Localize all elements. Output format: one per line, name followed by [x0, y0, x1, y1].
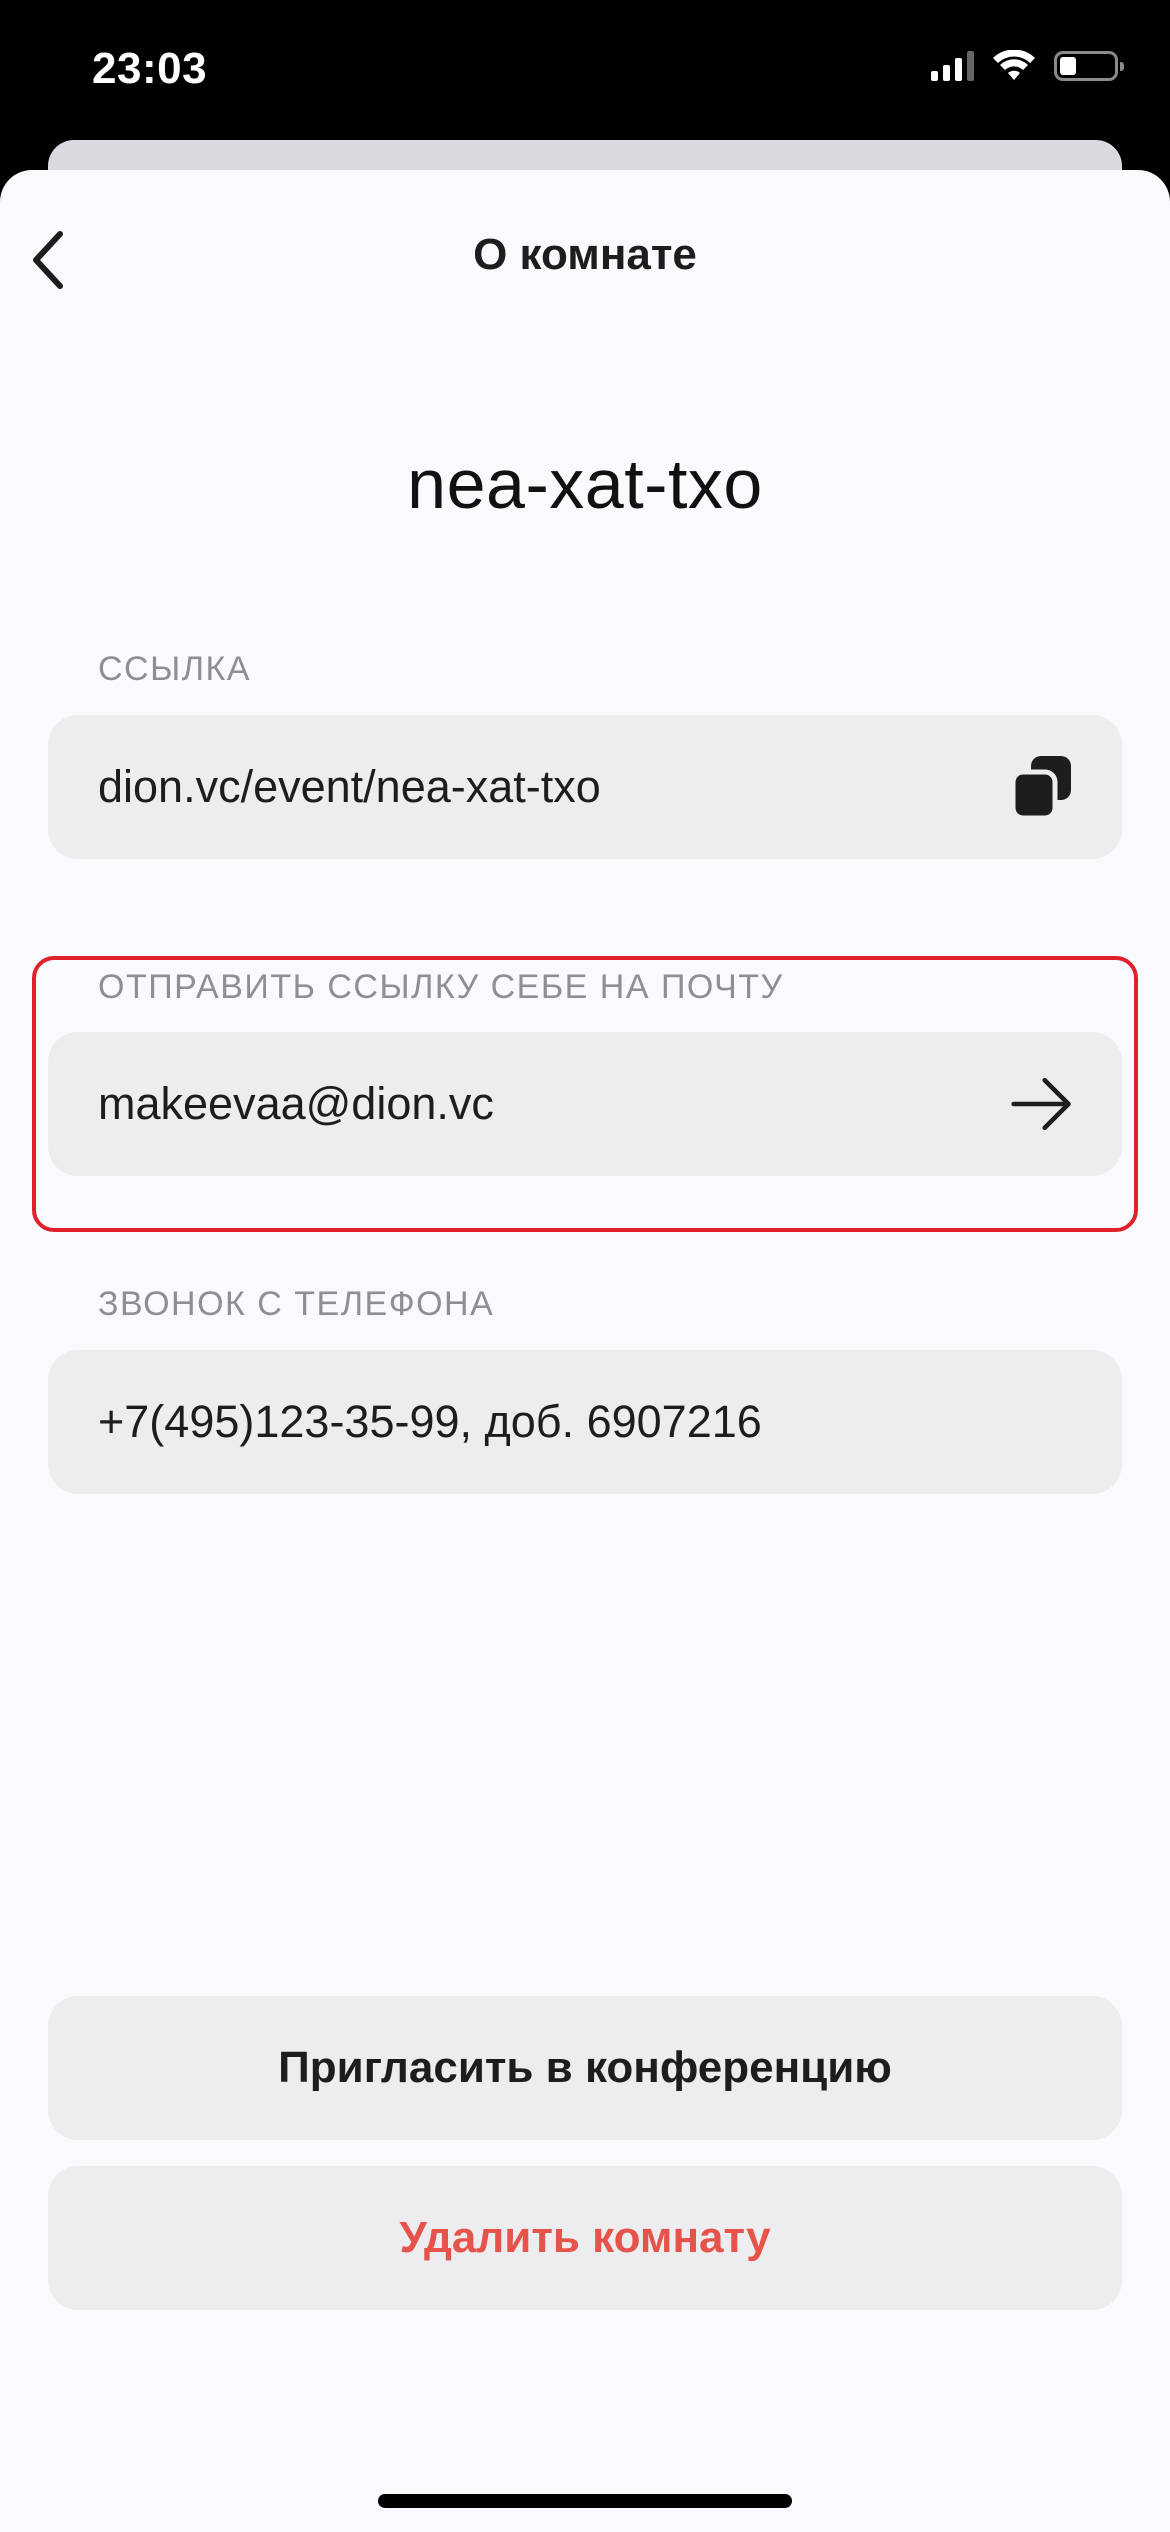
status-icons	[931, 50, 1124, 82]
arrow-right-icon	[1011, 1077, 1071, 1131]
email-field[interactable]: makeevaa@dion.vc	[48, 1032, 1122, 1176]
link-field: dion.vc/event/nea-xat-txo	[48, 715, 1122, 859]
delete-room-button[interactable]: Удалить комнату	[48, 2166, 1122, 2310]
room-name: nea-xat-txo	[407, 445, 763, 523]
home-indicator[interactable]	[378, 2494, 792, 2508]
phone-value: +7(495)123-35-99, доб. 6907216	[98, 1396, 762, 1447]
phone-section-label: ЗВОНОК С ТЕЛЕФОНА	[98, 1285, 495, 1323]
copy-button[interactable]	[1010, 755, 1074, 820]
wifi-icon	[993, 50, 1035, 80]
link-section-label: ССЫЛКА	[98, 650, 252, 688]
invite-button[interactable]: Пригласить в конференцию	[48, 1996, 1122, 2140]
email-section-label: ОТПРАВИТЬ ССЫЛКУ СЕБЕ НА ПОЧТУ	[98, 968, 784, 1006]
copy-icon	[1011, 756, 1071, 820]
page-title: О комнате	[473, 230, 697, 279]
room-info-sheet: О комнате nea-xat-txo ССЫЛКА dion.vc/eve…	[0, 170, 1170, 2532]
battery-icon	[1054, 51, 1124, 81]
email-value: makeevaa@dion.vc	[98, 1078, 494, 1129]
screen: 23:03 О комнате nea-xat-txo ССЫЛКА dion.…	[0, 0, 1170, 2532]
phone-field: +7(495)123-35-99, доб. 6907216	[48, 1350, 1122, 1494]
status-time: 23:03	[92, 44, 208, 93]
signal-icon	[931, 51, 974, 81]
link-value: dion.vc/event/nea-xat-txo	[98, 761, 601, 812]
send-email-button[interactable]	[1010, 1072, 1074, 1136]
